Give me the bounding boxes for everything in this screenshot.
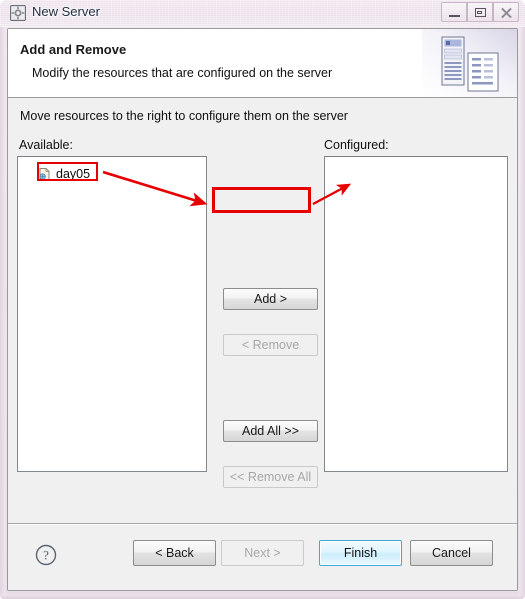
server-and-document-icon [422, 29, 517, 97]
server-gear-icon [10, 5, 26, 21]
dialog-window: New Server Add and Remove Modify the res… [0, 0, 525, 599]
dialog-client-area: Add and Remove Modify the resources that… [7, 28, 518, 591]
finish-button[interactable]: Finish [319, 540, 402, 566]
wizard-header: Add and Remove Modify the resources that… [8, 29, 517, 98]
available-label: Available: [19, 138, 73, 152]
title-bar[interactable]: New Server [0, 0, 525, 27]
next-button: Next > [221, 540, 304, 566]
cancel-button[interactable]: Cancel [410, 540, 493, 566]
svg-text:?: ? [43, 548, 49, 563]
configured-list[interactable] [324, 156, 508, 472]
window-title: New Server [32, 4, 100, 19]
back-button[interactable]: < Back [133, 540, 216, 566]
close-button[interactable] [493, 2, 519, 22]
maximize-button[interactable] [467, 2, 493, 22]
help-question-icon[interactable]: ? [35, 544, 57, 566]
configured-label: Configured: [324, 138, 389, 152]
maximize-icon-inner [477, 11, 482, 14]
remove-all-button: << Remove All [223, 466, 318, 488]
window-bottom-edge [0, 594, 525, 599]
minimize-icon [449, 15, 460, 17]
window-right-edge [519, 0, 525, 599]
wizard-page-title: Add and Remove [20, 42, 127, 57]
instruction-text: Move resources to the right to configure… [20, 109, 348, 123]
add-button[interactable]: Add > [223, 288, 318, 310]
remove-button: < Remove [223, 334, 318, 356]
window-left-edge [0, 0, 6, 599]
dynamic-web-project-icon [39, 167, 50, 180]
wizard-body: Move resources to the right to configure… [8, 99, 517, 523]
dialog-footer: ? < Back Next > Finish Cancel [8, 525, 517, 590]
available-list[interactable]: day05 [17, 156, 207, 472]
add-all-button[interactable]: Add All >> [223, 420, 318, 442]
list-item-label: day05 [56, 166, 91, 181]
list-item-day05[interactable]: day05 [38, 165, 94, 182]
minimize-button[interactable] [441, 2, 467, 22]
wizard-page-description: Modify the resources that are configured… [32, 66, 333, 80]
